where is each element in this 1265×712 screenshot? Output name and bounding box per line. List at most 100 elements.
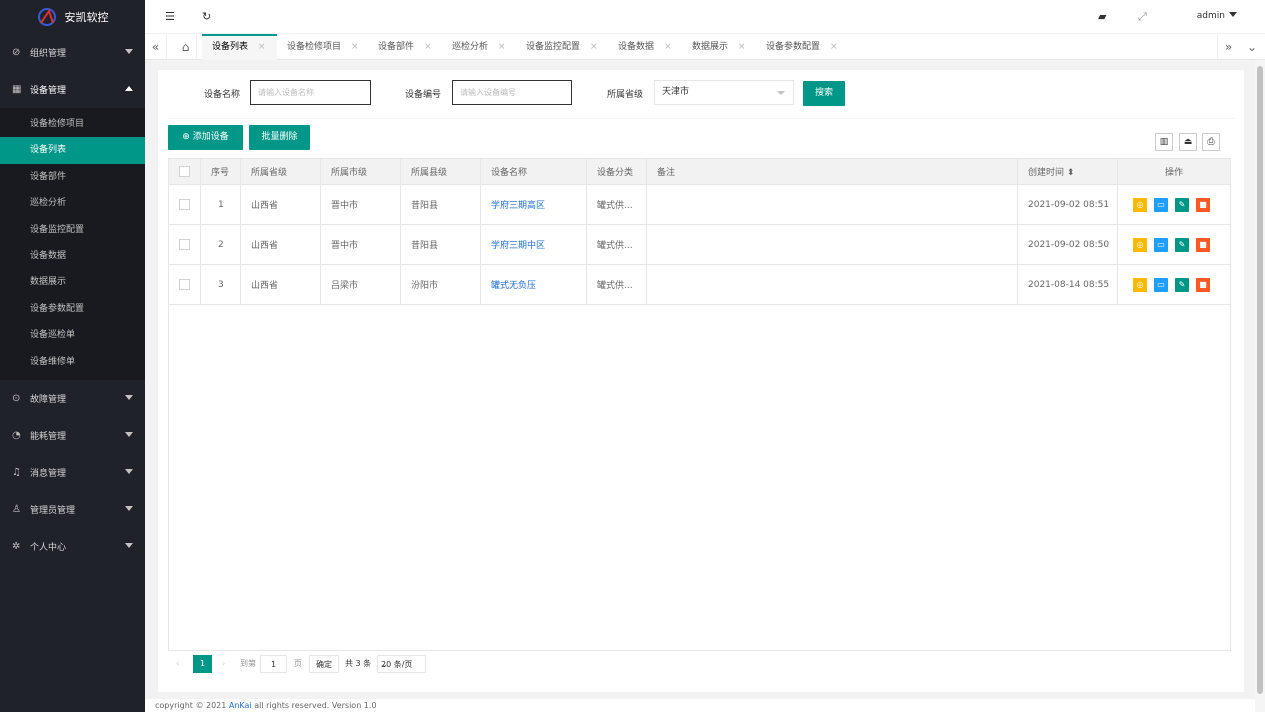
scrollbar-thumb[interactable] <box>1257 66 1263 694</box>
menu-group-message[interactable]: ♫ 消息管理 <box>0 454 145 491</box>
menu-group-energy[interactable]: ◔ 能耗管理 <box>0 417 145 454</box>
tabs-scroll-left-icon[interactable]: « <box>145 34 167 60</box>
refresh-icon[interactable]: ↻ <box>202 10 211 23</box>
row-device-name[interactable]: 学府三期高区 <box>480 184 587 225</box>
page-scrollbar[interactable] <box>1255 60 1265 712</box>
sidebar-item-repair-sheet[interactable]: 设备维修单 <box>0 349 145 375</box>
close-icon[interactable]: × <box>830 42 838 52</box>
sort-icon[interactable]: ⬍ <box>1067 168 1075 178</box>
tabs-scroll-right-icon[interactable]: » <box>1217 34 1239 60</box>
export-icon[interactable]: ⏏ <box>1179 133 1197 151</box>
user-menu[interactable]: admin <box>1197 11 1237 21</box>
row-checkbox[interactable] <box>179 199 190 210</box>
prev-page-icon[interactable]: ‹ <box>176 655 179 673</box>
close-icon[interactable]: × <box>590 42 598 52</box>
add-device-button[interactable]: ⊕ 添加设备 <box>168 125 243 150</box>
delete-icon[interactable]: ■ <box>1196 277 1210 292</box>
theme-icon[interactable]: ▰ <box>1098 10 1106 23</box>
form-divider <box>168 118 1234 119</box>
device-code-label: 设备编号 <box>405 90 442 100</box>
user-icon: ♙ <box>12 503 21 515</box>
sidebar-item-inspection-sheet[interactable]: 设备巡检单 <box>0 322 145 348</box>
tab-device-parts[interactable]: 设备部件 × <box>368 34 442 60</box>
monitor-icon[interactable]: ▭ <box>1154 237 1168 252</box>
sidebar-item-inspection-analysis[interactable]: 巡检分析 <box>0 190 145 216</box>
view-icon[interactable]: ◎ <box>1133 237 1147 252</box>
menu-group-fault[interactable]: ⊙ 故障管理 <box>0 380 145 417</box>
sidebar: 安凯软控 ⊘ 组织管理 ▦ 设备管理 设备检修项目 设备列表 设备部件 巡检分析… <box>0 0 145 712</box>
row-checkbox[interactable] <box>179 239 190 250</box>
tab-data-display[interactable]: 数据展示 × <box>682 34 756 60</box>
close-icon[interactable]: × <box>664 42 672 52</box>
tabs-dropdown-icon[interactable]: ⌄ <box>1241 34 1263 60</box>
sidebar-item-device-data[interactable]: 设备数据 <box>0 243 145 269</box>
tag-icon: ⊘ <box>12 47 21 58</box>
columns-filter-icon[interactable]: ▥ <box>1155 133 1173 151</box>
row-checkbox[interactable] <box>179 279 190 290</box>
sidebar-item-param-config[interactable]: 设备参数配置 <box>0 296 145 322</box>
search-button[interactable]: 搜索 <box>803 81 845 106</box>
menu-group-profile[interactable]: ✲ 个人中心 <box>0 528 145 565</box>
tab-monitor-config[interactable]: 设备监控配置 × <box>516 34 608 60</box>
row-device-name[interactable]: 学府三期中区 <box>480 224 587 265</box>
edit-icon[interactable]: ✎ <box>1175 237 1189 252</box>
monitor-icon[interactable]: ▭ <box>1154 197 1168 212</box>
home-icon[interactable]: ⌂ <box>175 34 197 60</box>
batch-delete-button[interactable]: 批量删除 <box>249 125 310 150</box>
sidebar-item-device-parts[interactable]: 设备部件 <box>0 164 145 190</box>
page-size-select[interactable]: 20 条/页 ⌄ <box>377 655 426 673</box>
menu-group-org[interactable]: ⊘ 组织管理 <box>0 34 145 71</box>
row-device-name[interactable]: 罐式无负压 <box>480 264 587 305</box>
menu-group-admin[interactable]: ♙ 管理员管理 <box>0 491 145 528</box>
device-name-label: 设备名称 <box>204 90 241 100</box>
row-checkbox-cell <box>168 264 201 305</box>
next-page-icon[interactable]: › <box>222 655 225 673</box>
menu-group-label: 能耗管理 <box>30 431 67 442</box>
app-logo[interactable]: 安凯软控 <box>0 0 145 34</box>
select-all-checkbox[interactable] <box>179 166 190 177</box>
view-icon[interactable]: ◎ <box>1133 197 1147 212</box>
col-created[interactable]: 创建时间 ⬍ <box>1017 158 1118 185</box>
close-icon[interactable]: × <box>351 42 359 52</box>
page-1-button[interactable]: 1 <box>193 655 212 673</box>
logo-icon <box>37 8 56 26</box>
edit-icon[interactable]: ✎ <box>1175 197 1189 212</box>
sidebar-item-device-list[interactable]: 设备列表 <box>0 137 145 164</box>
page-confirm-button[interactable]: 确定 <box>309 655 339 673</box>
tab-param-config[interactable]: 设备参数配置 × <box>756 34 848 60</box>
row-checkbox-cell <box>168 184 201 225</box>
tab-label: 数据展示 <box>692 42 729 52</box>
delete-icon[interactable]: ■ <box>1196 197 1210 212</box>
delete-icon[interactable]: ■ <box>1196 237 1210 252</box>
page-input[interactable]: 1 <box>260 655 287 673</box>
sidebar-item-data-display[interactable]: 数据展示 <box>0 269 145 295</box>
province-select[interactable]: 天津市 <box>654 80 794 105</box>
tab-label: 巡检分析 <box>452 42 489 52</box>
fullscreen-icon[interactable]: ⤢ <box>1138 10 1147 24</box>
monitor-icon[interactable]: ▭ <box>1154 277 1168 292</box>
device-name-input[interactable]: 请输入设备名称 <box>250 80 371 105</box>
menu-group-device[interactable]: ▦ 设备管理 <box>0 71 145 108</box>
tab-maintenance-items[interactable]: 设备检修项目 × <box>277 34 368 60</box>
edit-icon[interactable]: ✎ <box>1175 277 1189 292</box>
sidebar-item-maintenance-items[interactable]: 设备检修项目 <box>0 111 145 137</box>
row-category: 罐式供... <box>586 264 647 305</box>
footer-brand-link[interactable]: AnKai <box>229 701 252 710</box>
menu-fold-icon[interactable]: ☰ <box>165 10 175 23</box>
menu-group-label: 设备管理 <box>30 86 67 96</box>
total-count: 共 3 条 <box>345 659 372 668</box>
row-actions: ◎ ▭ ✎ ■ <box>1117 224 1231 265</box>
tab-device-data[interactable]: 设备数据 × <box>608 34 682 60</box>
view-icon[interactable]: ◎ <box>1133 277 1147 292</box>
close-icon[interactable]: × <box>498 42 506 52</box>
close-icon[interactable]: × <box>424 42 432 52</box>
tab-device-list[interactable]: 设备列表 × <box>202 34 277 60</box>
device-code-input[interactable]: 请输入设备编号 <box>452 80 572 105</box>
close-icon[interactable]: × <box>738 42 746 52</box>
print-icon[interactable]: ⎙ <box>1202 133 1220 151</box>
search-form: 设备名称 请输入设备名称 设备编号 请输入设备编号 所属省级 天津市 搜索 <box>158 80 1244 106</box>
close-icon[interactable]: × <box>258 42 266 52</box>
tab-inspection-analysis[interactable]: 巡检分析 × <box>442 34 516 60</box>
sidebar-item-monitor-config[interactable]: 设备监控配置 <box>0 217 145 243</box>
row-remark <box>646 224 1018 265</box>
